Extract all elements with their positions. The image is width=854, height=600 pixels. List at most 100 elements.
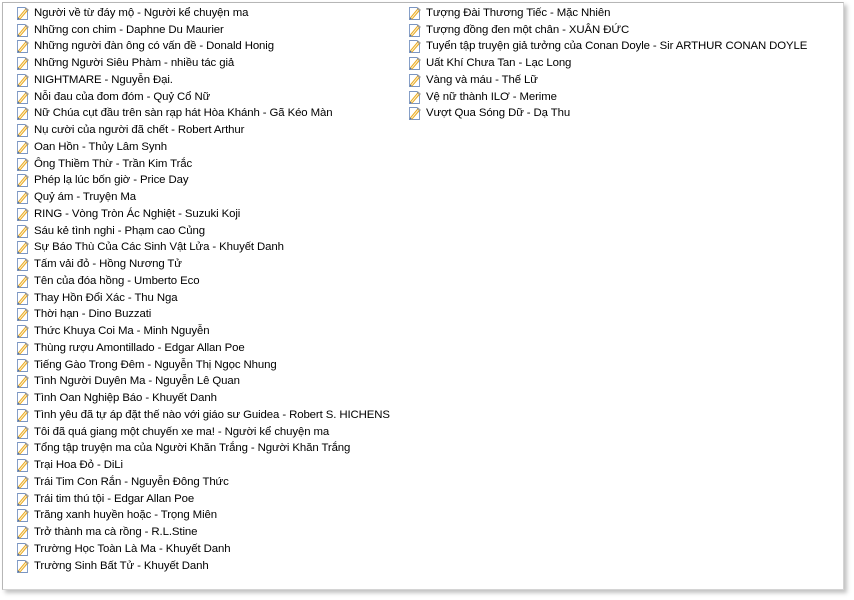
wordpad-document-icon [15, 123, 30, 138]
file-list-item[interactable]: NIGHTMARE - Nguyễn Đại. [15, 72, 410, 89]
file-list-item[interactable]: Tên của đóa hồng - Umberto Eco [15, 273, 410, 290]
file-list-item[interactable]: Trường Sinh Bất Tử - Khuyết Danh [15, 558, 410, 575]
file-list-item[interactable]: Nụ cười của người đã chết - Robert Arthu… [15, 122, 410, 139]
file-list-item[interactable]: Tổng tập truyện ma của Người Khăn Trắng … [15, 441, 410, 458]
file-list-item-label: Oan Hồn - Thủy Lâm Synh [34, 140, 167, 153]
wordpad-document-icon [15, 39, 30, 54]
wordpad-document-icon [15, 224, 30, 239]
file-list-item[interactable]: Thời hạn - Dino Buzzati [15, 307, 410, 324]
file-list-item-label: Tôi đã quá giang một chuyến xe ma! - Ngư… [34, 425, 330, 438]
file-list-column-left: Người về từ đáy mộ - Người kể chuyện ma N… [15, 5, 410, 575]
wordpad-document-icon [15, 508, 30, 523]
file-list-item-label: Trại Hoa Đỏ - DiLi [34, 459, 123, 472]
wordpad-document-icon [407, 6, 422, 21]
file-list-item[interactable]: Những Người Siêu Phàm - nhiều tác giả [15, 55, 410, 72]
file-list-item[interactable]: Vàng và máu - Thế Lữ [407, 72, 843, 89]
file-list-item-label: Tình Người Duyên Ma - Nguyễn Lê Quan [34, 375, 240, 388]
wordpad-document-icon [15, 190, 30, 205]
file-list-item-label: Tổng tập truyện ma của Người Khăn Trắng … [34, 442, 351, 455]
file-list-item-label: Vượt Qua Sóng Dữ - Dạ Thu [426, 107, 571, 120]
file-list-item-label: Nữ Chúa cụt đầu trên sàn rạp hát Hòa Khá… [34, 107, 333, 120]
wordpad-document-icon [15, 291, 30, 306]
file-list-item-label: Thức Khuya Coi Ma - Minh Nguyễn [34, 325, 210, 338]
wordpad-document-icon [15, 140, 30, 155]
file-list-item[interactable]: Tượng đồng đen một chân - XUÂN ĐỨC [407, 22, 843, 39]
wordpad-document-icon [407, 90, 422, 105]
file-list-item[interactable]: Tuyển tập truyện giả tưởng của Conan Doy… [407, 39, 843, 56]
wordpad-document-icon [15, 358, 30, 373]
wordpad-document-icon [407, 56, 422, 71]
file-list-item[interactable]: Thay Hồn Đổi Xác - Thu Nga [15, 290, 410, 307]
file-list-item[interactable]: Ông Thiềm Thừ - Trần Kim Trắc [15, 156, 410, 173]
file-list-item-label: Tình Oan Nghiệp Báo - Khuyết Danh [34, 392, 217, 405]
file-list-item[interactable]: Vượt Qua Sóng Dữ - Dạ Thu [407, 106, 843, 123]
file-list-item[interactable]: Tiếng Gào Trong Đêm - Nguyễn Thị Ngọc Nh… [15, 357, 410, 374]
wordpad-document-icon [15, 90, 30, 105]
file-list-item[interactable]: Nỗi đau của đom đóm - Quỷ Cổ Nữ [15, 89, 410, 106]
file-list-item[interactable]: Quỷ ám - Truyện Ma [15, 189, 410, 206]
file-list-item[interactable]: Trường Học Toàn Là Ma - Khuyết Danh [15, 541, 410, 558]
file-list-item[interactable]: Trăng xanh huyền hoặc - Trọng Miên [15, 508, 410, 525]
file-list-item-label: Sáu kẻ tình nghi - Phạm cao Củng [34, 224, 205, 237]
file-list-item[interactable]: Những con chim - Daphne Du Maurier [15, 22, 410, 39]
wordpad-document-icon [15, 525, 30, 540]
file-list-item[interactable]: Những người đàn ông có vấn đề - Donald H… [15, 39, 410, 56]
file-list-item[interactable]: Tình Oan Nghiệp Báo - Khuyết Danh [15, 390, 410, 407]
file-list-item[interactable]: Vệ nữ thành ILƠ - Merime [407, 89, 843, 106]
file-list-item-label: Ông Thiềm Thừ - Trần Kim Trắc [34, 157, 193, 170]
file-list-item-label: Tiếng Gào Trong Đêm - Nguyễn Thị Ngọc Nh… [34, 358, 277, 371]
wordpad-document-icon [15, 274, 30, 289]
wordpad-document-icon [15, 458, 30, 473]
file-list-item[interactable]: Tình yêu đã tự áp đặt thế nào với giáo s… [15, 407, 410, 424]
file-list-item-label: Tuyển tập truyện giả tưởng của Conan Doy… [426, 40, 808, 53]
file-list-item[interactable]: Trở thành ma cà rồng - R.L.Stine [15, 524, 410, 541]
wordpad-document-icon [15, 408, 30, 423]
file-list-item-label: Thay Hồn Đổi Xác - Thu Nga [34, 291, 178, 304]
file-list-item[interactable]: Trái Tim Con Rắn - Nguyễn Đông Thức [15, 474, 410, 491]
file-list-item[interactable]: Thức Khuya Coi Ma - Minh Nguyễn [15, 323, 410, 340]
file-list-item[interactable]: Phép lạ lúc bốn giờ - Price Day [15, 173, 410, 190]
file-list-item-label: Trái tim thú tội - Edgar Allan Poe [34, 492, 195, 505]
file-list-item-label: Trăng xanh huyền hoặc - Trọng Miên [34, 509, 217, 522]
wordpad-document-icon [15, 307, 30, 322]
file-list-item-label: Những người đàn ông có vấn đề - Donald H… [34, 40, 274, 53]
wordpad-document-icon [15, 341, 30, 356]
wordpad-document-icon [15, 240, 30, 255]
wordpad-document-icon [15, 23, 30, 38]
file-list-item[interactable]: Sự Báo Thù Của Các Sinh Vật Lửa - Khuyết… [15, 240, 410, 257]
file-list-item[interactable]: Oan Hồn - Thủy Lâm Synh [15, 139, 410, 156]
wordpad-document-icon [407, 106, 422, 121]
wordpad-document-icon [15, 73, 30, 88]
wordpad-document-icon [407, 73, 422, 88]
file-list-item[interactable]: Sáu kẻ tình nghi - Phạm cao Củng [15, 223, 410, 240]
file-list-item-label: Tình yêu đã tự áp đặt thế nào với giáo s… [34, 408, 390, 421]
file-list-item-label: Những con chim - Daphne Du Maurier [34, 23, 224, 36]
wordpad-document-icon [15, 106, 30, 121]
file-list-item[interactable]: Người về từ đáy mộ - Người kể chuyện ma [15, 5, 410, 22]
file-list-column-right: Tượng Đài Thương Tiếc - Mặc Nhiên Tượng đ… [407, 5, 843, 123]
wordpad-document-icon [407, 39, 422, 54]
file-list-item[interactable]: Trái tim thú tội - Edgar Allan Poe [15, 491, 410, 508]
file-list-item[interactable]: RING - Vòng Tròn Ác Nghiệt - Suzuki Koji [15, 206, 410, 223]
wordpad-document-icon [15, 441, 30, 456]
file-list-item-label: Nỗi đau của đom đóm - Quỷ Cổ Nữ [34, 90, 211, 103]
wordpad-document-icon [15, 324, 30, 339]
file-list-item-label: RING - Vòng Tròn Ác Nghiệt - Suzuki Koji [34, 207, 241, 220]
file-list-item[interactable]: Tình Người Duyên Ma - Nguyễn Lê Quan [15, 374, 410, 391]
file-list-item-label: Tượng Đài Thương Tiếc - Mặc Nhiên [426, 6, 611, 19]
file-list-item[interactable]: Tấm vải đỏ - Hồng Nương Tử [15, 256, 410, 273]
wordpad-document-icon [15, 492, 30, 507]
file-list-item[interactable]: Uất Khí Chưa Tan - Lạc Long [407, 55, 843, 72]
file-list-item[interactable]: Nữ Chúa cụt đầu trên sàn rạp hát Hòa Khá… [15, 106, 410, 123]
file-list-item[interactable]: Thùng rượu Amontillado - Edgar Allan Poe [15, 340, 410, 357]
file-list-item[interactable]: Tôi đã quá giang một chuyến xe ma! - Ngư… [15, 424, 410, 441]
file-list-window[interactable]: Người về từ đáy mộ - Người kể chuyện ma N… [2, 2, 844, 590]
file-list-item-label: Vệ nữ thành ILƠ - Merime [426, 90, 557, 103]
wordpad-document-icon [15, 475, 30, 490]
file-list-content: Người về từ đáy mộ - Người kể chuyện ma N… [7, 5, 841, 587]
wordpad-document-icon [15, 542, 30, 557]
wordpad-document-icon [15, 425, 30, 440]
file-list-item[interactable]: Trại Hoa Đỏ - DiLi [15, 457, 410, 474]
file-list-item[interactable]: Tượng Đài Thương Tiếc - Mặc Nhiên [407, 5, 843, 22]
file-list-item-label: Trái Tim Con Rắn - Nguyễn Đông Thức [34, 475, 229, 488]
